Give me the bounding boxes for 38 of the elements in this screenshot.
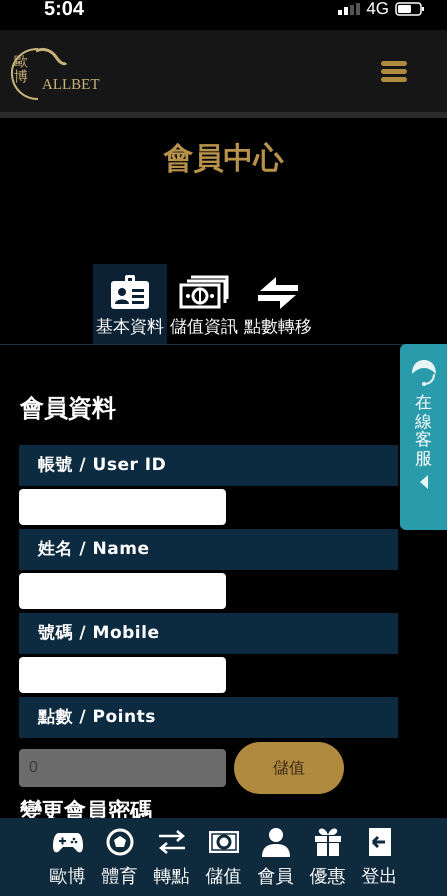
tab[interactable]: 基本資料: [93, 264, 167, 344]
nav-item[interactable]: 體育: [94, 824, 146, 894]
logout-icon: [368, 827, 392, 857]
battery-icon: [395, 2, 425, 16]
nav-item[interactable]: 優惠: [302, 824, 354, 894]
signal-icon: [338, 3, 360, 15]
field-label: 號碼 / Mobile: [19, 613, 398, 654]
tab[interactable]: 點數轉移: [241, 264, 315, 344]
deposit-button[interactable]: 儲值: [234, 742, 344, 794]
collapse-arrow-icon: [420, 474, 428, 489]
ball-icon: [106, 828, 134, 856]
id-card-icon: [109, 275, 151, 311]
gamepad-icon: [52, 830, 82, 854]
menu-button[interactable]: [381, 60, 407, 82]
swap-arrows-icon: [256, 275, 300, 311]
input-field[interactable]: [19, 489, 226, 525]
input-field[interactable]: [19, 657, 226, 693]
field-label: 姓名 / Name: [19, 529, 398, 570]
logo-wordmark: ALLBET: [42, 77, 100, 94]
swap-arrows-icon: [156, 829, 186, 855]
input-field[interactable]: [19, 573, 226, 609]
section-title: 會員資料: [20, 393, 116, 424]
field-label: 帳號 / User ID: [19, 445, 398, 486]
nav-item[interactable]: 轉點: [146, 824, 198, 894]
nav-item[interactable]: 會員: [250, 824, 302, 894]
page-title: 會員中心: [162, 140, 285, 178]
tab[interactable]: 儲值資訊: [167, 264, 241, 344]
nav-item[interactable]: 登出: [354, 824, 406, 894]
status-time: 5:04: [44, 0, 84, 20]
gift-icon: [314, 827, 342, 857]
agent-icon: [410, 358, 438, 388]
banknotes-icon: [179, 275, 229, 311]
field-label: 點數 / Points: [19, 697, 398, 738]
nav-item[interactable]: 儲值: [198, 824, 250, 894]
user-icon: [262, 827, 290, 857]
nav-item[interactable]: 歐博: [42, 824, 94, 894]
network-label: 4G: [366, 0, 389, 19]
cash-icon: [208, 830, 240, 854]
